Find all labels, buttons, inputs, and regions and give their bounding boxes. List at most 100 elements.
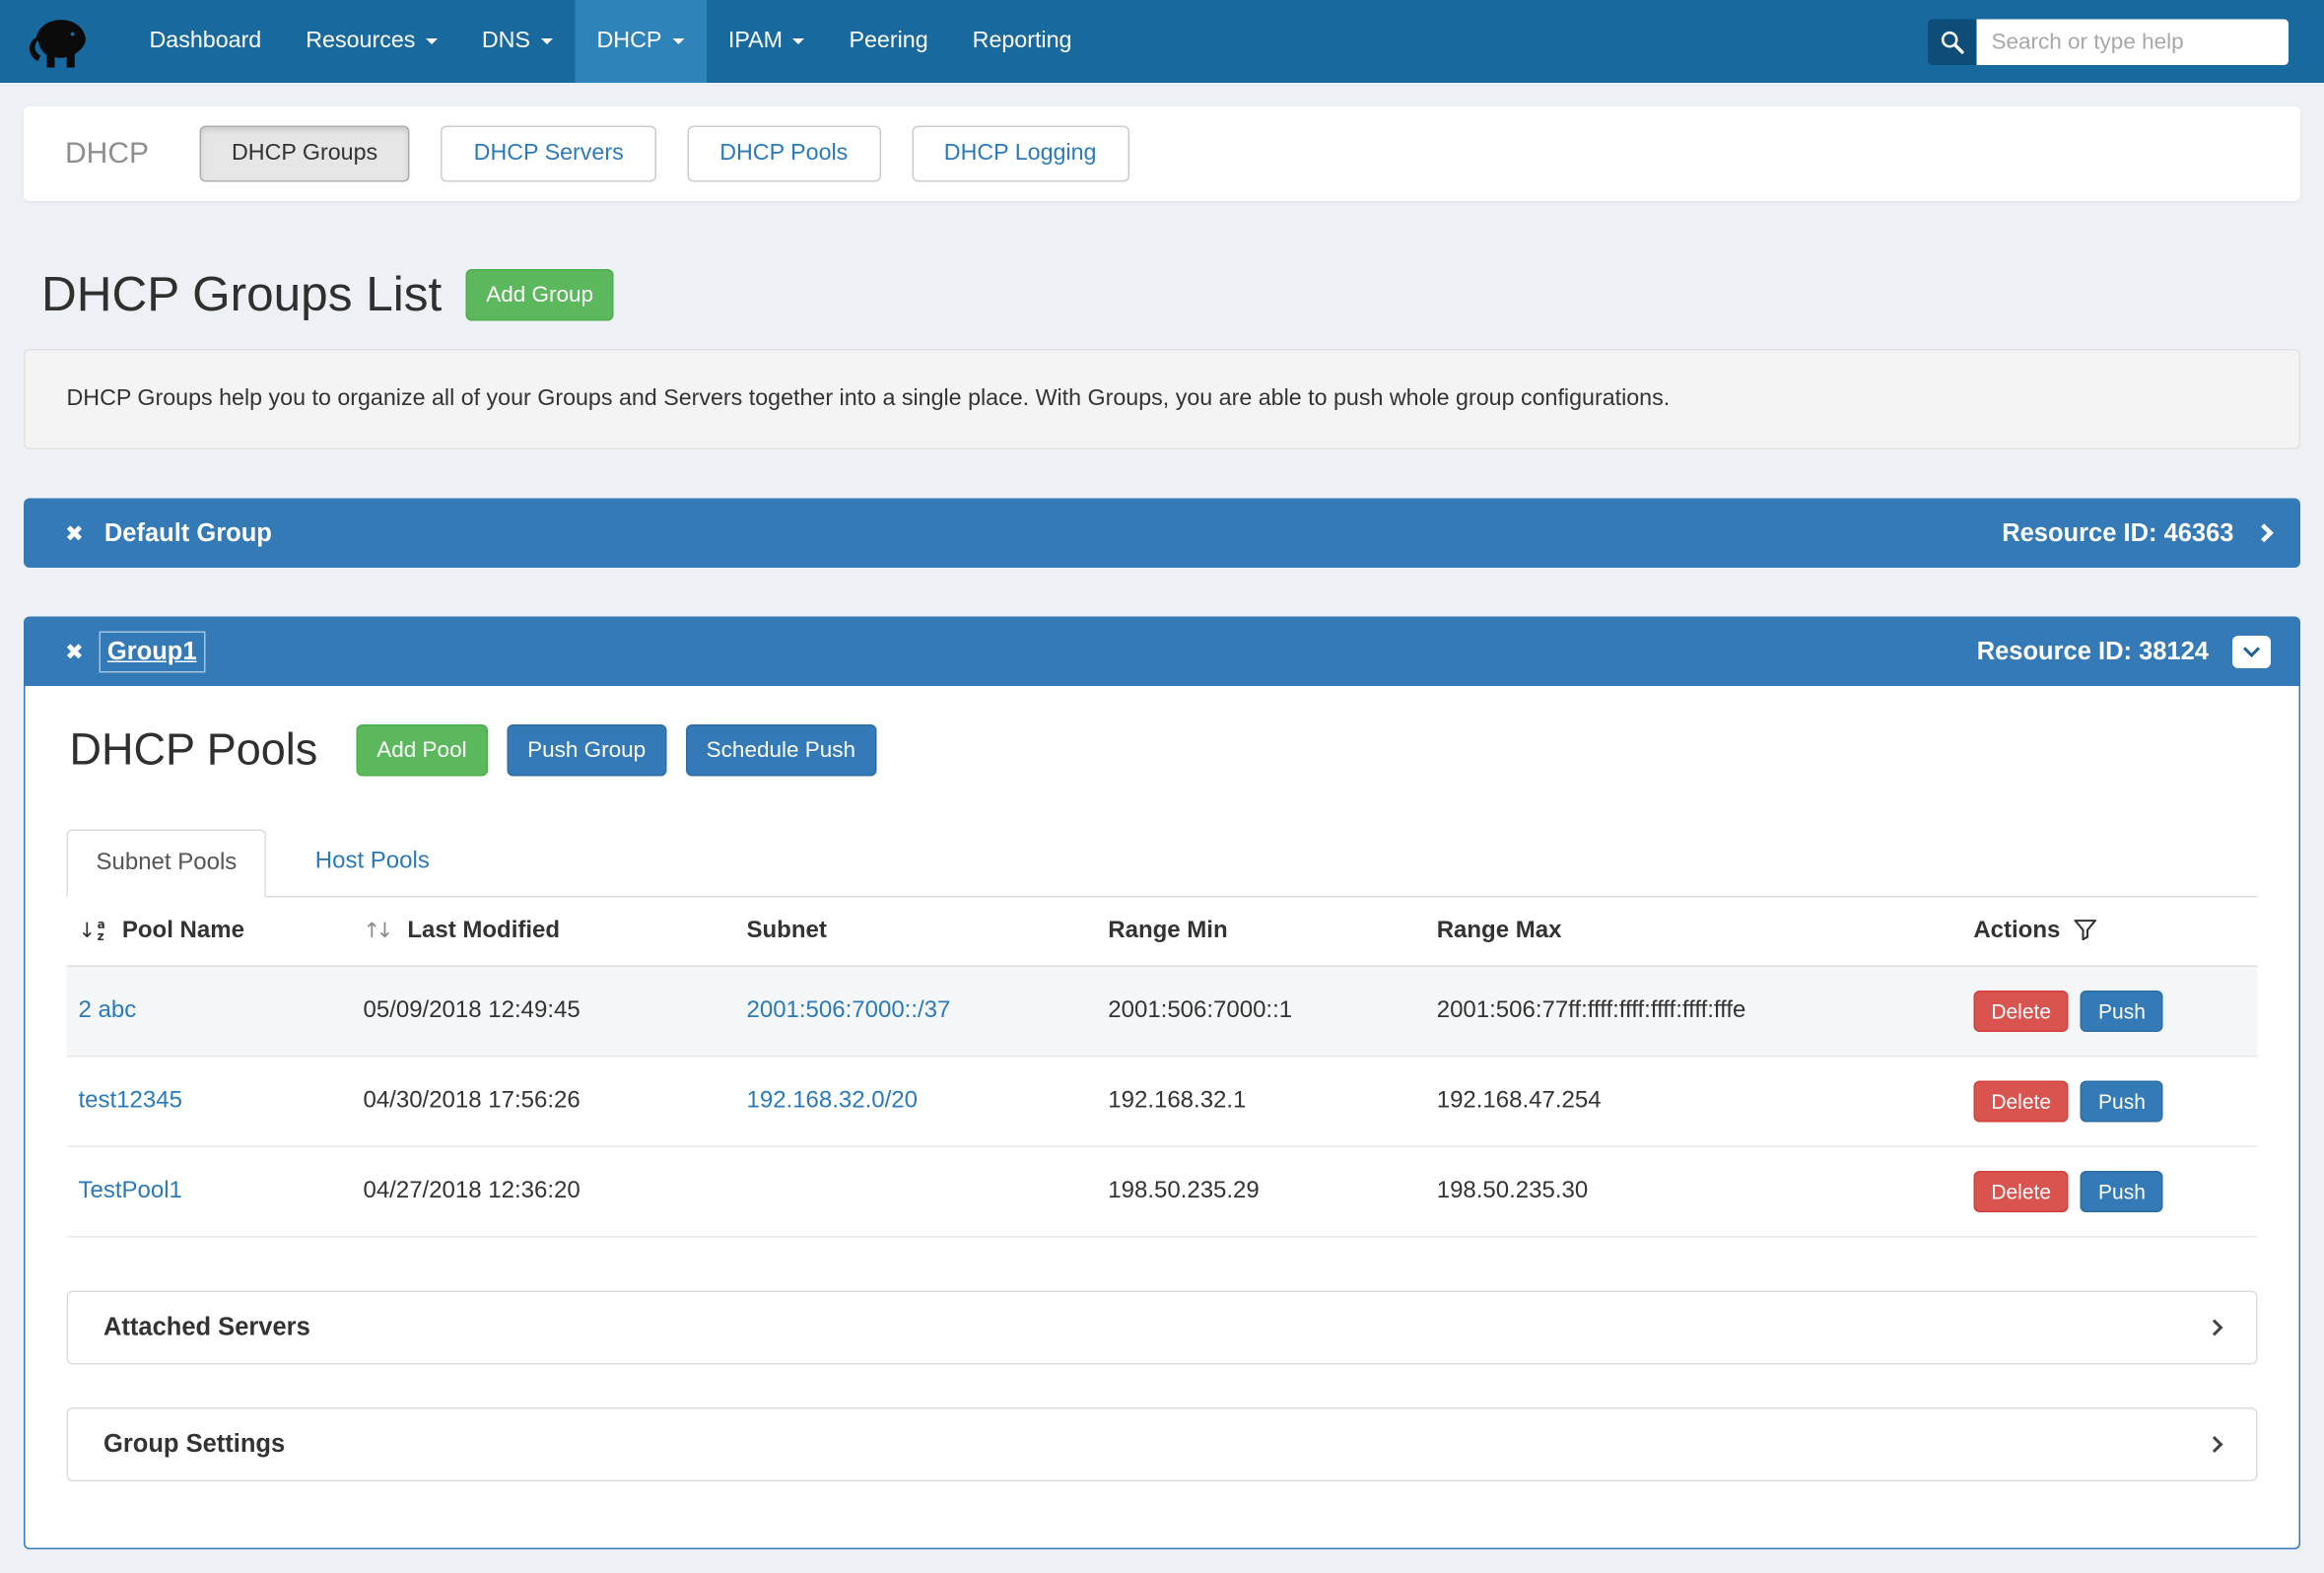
search-icon[interactable] [1928, 19, 1977, 65]
nav-item-peering[interactable]: Peering [827, 0, 950, 83]
nav-item-resources[interactable]: Resources [284, 0, 460, 83]
push-button[interactable]: Push [2081, 1171, 2163, 1212]
nav-label: DNS [482, 29, 530, 55]
col-label: Pool Name [122, 919, 244, 944]
subnet-link[interactable]: 2001:506:7000::/37 [747, 998, 951, 1024]
accordion-label: Group Settings [103, 1430, 285, 1460]
elephant-logo-graphic [27, 12, 95, 71]
groups-description: DHCP Groups help you to organize all of … [24, 349, 2300, 449]
range-min-cell: 198.50.235.29 [1096, 1146, 1424, 1237]
caret-down-icon [540, 38, 552, 44]
close-icon[interactable]: ✖ [65, 638, 84, 664]
collapse-toggle[interactable] [2232, 635, 2271, 667]
delete-button[interactable]: Delete [1973, 1081, 2069, 1123]
actions-cell: Delete Push [1961, 1057, 2257, 1147]
section-tab-bar: DHCP DHCP Groups DHCP Servers DHCP Pools… [24, 106, 2300, 201]
last-modified-cell: 04/27/2018 12:36:20 [351, 1146, 734, 1237]
group-header-default[interactable]: ✖ Default Group Resource ID: 46363 [24, 499, 2300, 569]
nav-item-dhcp[interactable]: DHCP [575, 0, 706, 83]
subnet-cell: 2001:506:7000::/37 [735, 966, 1097, 1057]
nav-item-dashboard[interactable]: Dashboard [127, 0, 284, 83]
range-max-cell: 192.168.47.254 [1425, 1057, 1962, 1147]
last-modified-cell: 05/09/2018 12:49:45 [351, 966, 734, 1057]
resource-id: Resource ID: 38124 [1977, 637, 2209, 666]
caret-down-icon [426, 38, 438, 44]
nav-label: Dashboard [150, 29, 262, 55]
sort-alpha-icon[interactable]: ↓az [79, 920, 105, 943]
pool-name-link[interactable]: test12345 [79, 1088, 182, 1114]
nav-label: Resources [306, 29, 415, 55]
pools-title-row: DHCP Pools Add Pool Push Group Schedule … [67, 724, 2258, 777]
close-icon[interactable]: ✖ [65, 519, 84, 546]
group-header-group1[interactable]: ✖ Group1 Resource ID: 38124 [24, 617, 2300, 687]
pool-name-link[interactable]: TestPool1 [79, 1179, 182, 1204]
attached-servers-accordion[interactable]: Attached Servers [67, 1291, 2258, 1365]
groups-description-text: DHCP Groups help you to organize all of … [67, 386, 1671, 412]
page-title-row: DHCP Groups List Add Group [24, 266, 2300, 322]
col-header-actions: Actions [1961, 898, 2257, 967]
subnet-link[interactable]: 192.168.32.0/20 [747, 1088, 919, 1114]
push-group-button[interactable]: Push Group [507, 724, 666, 777]
tab-dhcp-groups[interactable]: DHCP Groups [199, 126, 410, 182]
sort-updown-icon[interactable]: ↑↓ [363, 920, 388, 943]
search-input[interactable] [1977, 19, 2290, 65]
provision-app: Dashboard Resources DNS DHCP IPAM Peerin… [0, 0, 2324, 1573]
group-panel-default: ✖ Default Group Resource ID: 46363 [24, 499, 2300, 569]
range-min-cell: 192.168.32.1 [1096, 1057, 1424, 1147]
group-panel-group1: ✖ Group1 Resource ID: 38124 DHCP Pools A… [24, 617, 2300, 1550]
accordion-label: Attached Servers [103, 1313, 310, 1342]
chevron-right-icon[interactable] [2255, 523, 2274, 542]
nav-label: Reporting [973, 29, 1072, 55]
tab-subnet-pools[interactable]: Subnet Pools [67, 830, 267, 898]
table-row: 2 abc 05/09/2018 12:49:45 2001:506:7000:… [67, 966, 2258, 1057]
tab-dhcp-logging[interactable]: DHCP Logging [912, 126, 1129, 182]
col-header-last-modified[interactable]: ↑↓ Last Modified [351, 898, 734, 967]
push-button[interactable]: Push [2081, 1081, 2163, 1123]
pool-name-link[interactable]: 2 abc [79, 998, 137, 1024]
group-name-link[interactable]: Group1 [104, 637, 200, 666]
chevron-down-icon [2243, 640, 2260, 656]
col-header-subnet: Subnet [735, 898, 1097, 967]
tab-host-pools[interactable]: Host Pools [287, 830, 457, 897]
elephant-logo[interactable] [27, 12, 95, 71]
subnet-cell [735, 1146, 1097, 1237]
nav-item-dns[interactable]: DNS [459, 0, 575, 83]
table-header-row: ↓az Pool Name ↑↓ Last Modified Subnet Ra… [67, 898, 2258, 967]
group-header-right: Resource ID: 38124 [1977, 635, 2271, 667]
add-group-button[interactable]: Add Group [465, 268, 614, 320]
add-pool-button[interactable]: Add Pool [356, 724, 487, 777]
actions-cell: Delete Push [1961, 1146, 2257, 1237]
subnet-cell: 192.168.32.0/20 [735, 1057, 1097, 1147]
nav-item-ipam[interactable]: IPAM [706, 0, 827, 83]
pools-title: DHCP Pools [70, 725, 318, 776]
col-header-range-max: Range Max [1425, 898, 1962, 967]
filter-icon[interactable] [2074, 920, 2096, 940]
group-settings-accordion[interactable]: Group Settings [67, 1407, 2258, 1481]
resource-id: Resource ID: 46363 [2002, 518, 2233, 548]
last-modified-cell: 04/30/2018 17:56:26 [351, 1057, 734, 1147]
nav-label: DHCP [596, 29, 661, 55]
group1-body: DHCP Pools Add Pool Push Group Schedule … [24, 686, 2300, 1549]
col-label: Range Max [1437, 919, 1562, 944]
delete-button[interactable]: Delete [1973, 991, 2069, 1032]
main-nav: Dashboard Resources DNS DHCP IPAM Peerin… [127, 0, 1094, 83]
col-label: Last Modified [407, 919, 560, 944]
search-icon-glyph [1940, 29, 1965, 54]
push-button[interactable]: Push [2081, 991, 2163, 1032]
nav-item-reporting[interactable]: Reporting [950, 0, 1094, 83]
tab-dhcp-servers[interactable]: DHCP Servers [442, 126, 656, 182]
range-min-cell: 2001:506:7000::1 [1096, 966, 1424, 1057]
chevron-right-icon [2207, 1436, 2223, 1453]
col-header-pool-name[interactable]: ↓az Pool Name [67, 898, 352, 967]
delete-button[interactable]: Delete [1973, 1171, 2069, 1212]
group-header-right: Resource ID: 46363 [2002, 518, 2271, 548]
table-row: TestPool1 04/27/2018 12:36:20 198.50.235… [67, 1146, 2258, 1237]
tab-dhcp-pools[interactable]: DHCP Pools [687, 126, 880, 182]
pool-name-cell: test12345 [67, 1057, 352, 1147]
pool-name-cell: TestPool1 [67, 1146, 352, 1237]
col-label: Range Min [1108, 919, 1227, 944]
col-header-range-min: Range Min [1096, 898, 1424, 967]
schedule-push-button[interactable]: Schedule Push [686, 724, 876, 777]
group-name: Default Group [104, 518, 272, 548]
table-row: test12345 04/30/2018 17:56:26 192.168.32… [67, 1057, 2258, 1147]
